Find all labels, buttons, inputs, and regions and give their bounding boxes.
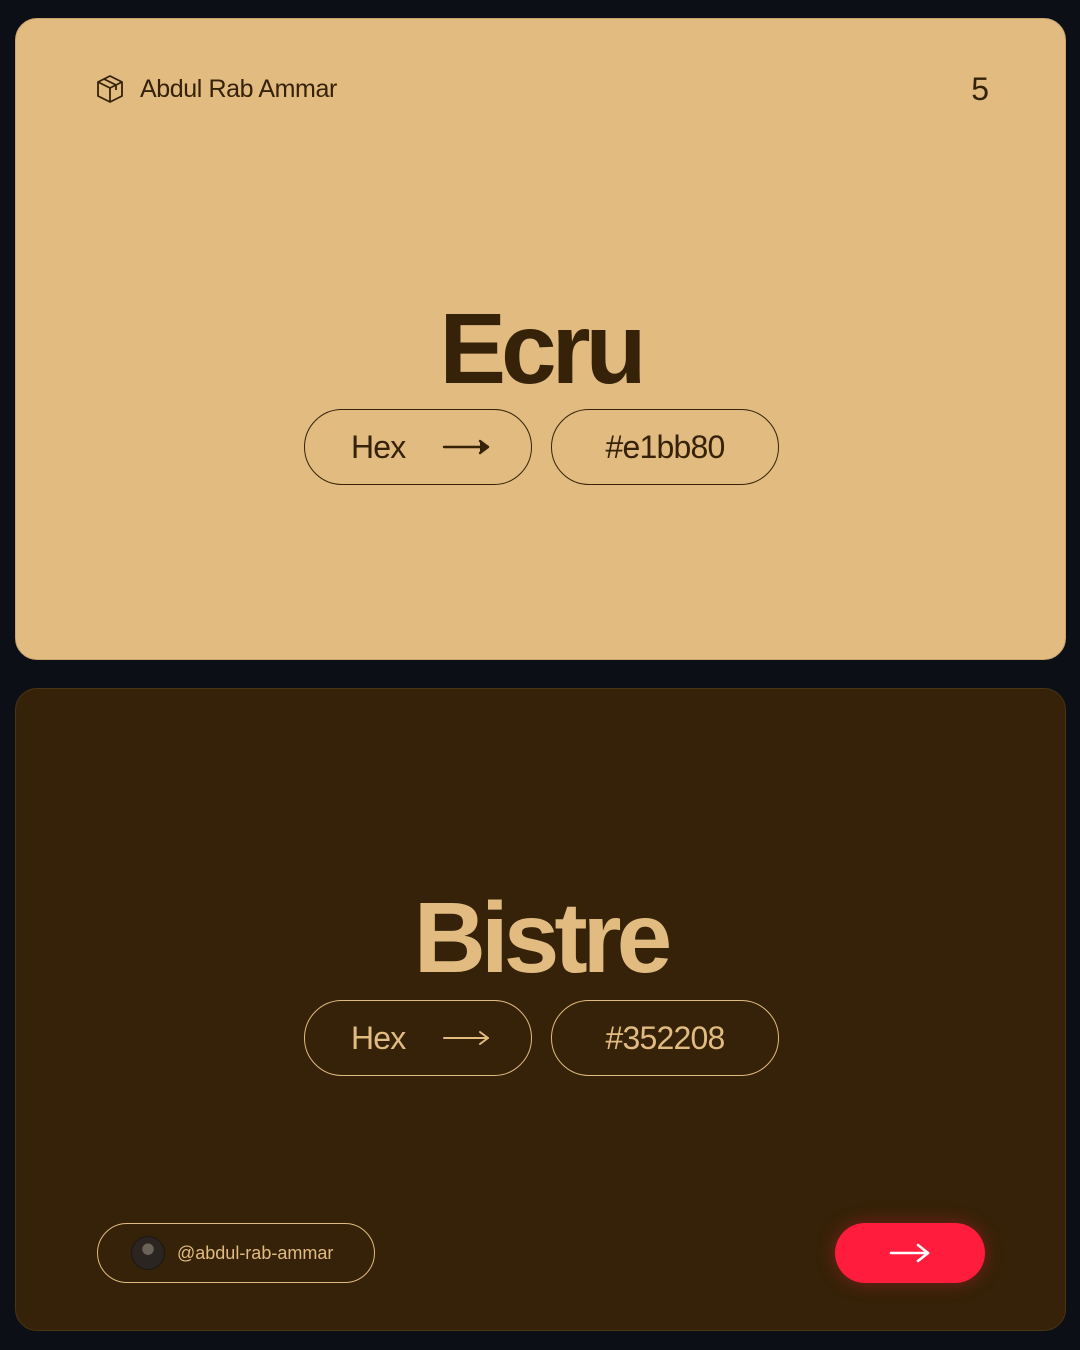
- hex-label: Hex: [351, 428, 406, 465]
- next-slide-button[interactable]: [835, 1223, 985, 1283]
- hex-value: #352208: [605, 1019, 726, 1056]
- arrow-right-icon: [442, 1028, 492, 1048]
- carousel-slide: Abdul Rab Ammar 5 Ecru Hex #e1bb80 Bistr…: [0, 0, 1080, 1350]
- hex-value-pill: #352208: [551, 1000, 779, 1076]
- profile-handle: @abdul-rab-ammar: [177, 1242, 334, 1263]
- color-card-ecru: Abdul Rab Ammar 5 Ecru Hex #e1bb80: [15, 18, 1066, 660]
- hex-label-pill: Hex: [304, 1000, 532, 1076]
- color-name: Bistre: [413, 882, 672, 994]
- author-name: Abdul Rab Ammar: [140, 74, 337, 103]
- brand: Abdul Rab Ammar: [94, 73, 337, 105]
- hex-value-pill: #e1bb80: [551, 409, 779, 485]
- profile-handle-link[interactable]: @abdul-rab-ammar: [97, 1223, 375, 1283]
- hex-label: Hex: [351, 1019, 406, 1056]
- avatar: [131, 1236, 165, 1270]
- hex-row: Hex #352208: [304, 1000, 779, 1076]
- arrow-right-icon: [888, 1241, 932, 1265]
- cube-icon: [94, 73, 126, 105]
- color-card-bistre: Bistre Hex #352208 @abdul-rab-ammar: [15, 688, 1066, 1331]
- hex-row: Hex #e1bb80: [304, 409, 779, 485]
- arrow-right-icon: [442, 437, 492, 457]
- color-name: Ecru: [439, 293, 646, 405]
- hex-value: #e1bb80: [605, 428, 726, 465]
- hex-label-pill: Hex: [304, 409, 532, 485]
- page-number: 5: [971, 71, 989, 107]
